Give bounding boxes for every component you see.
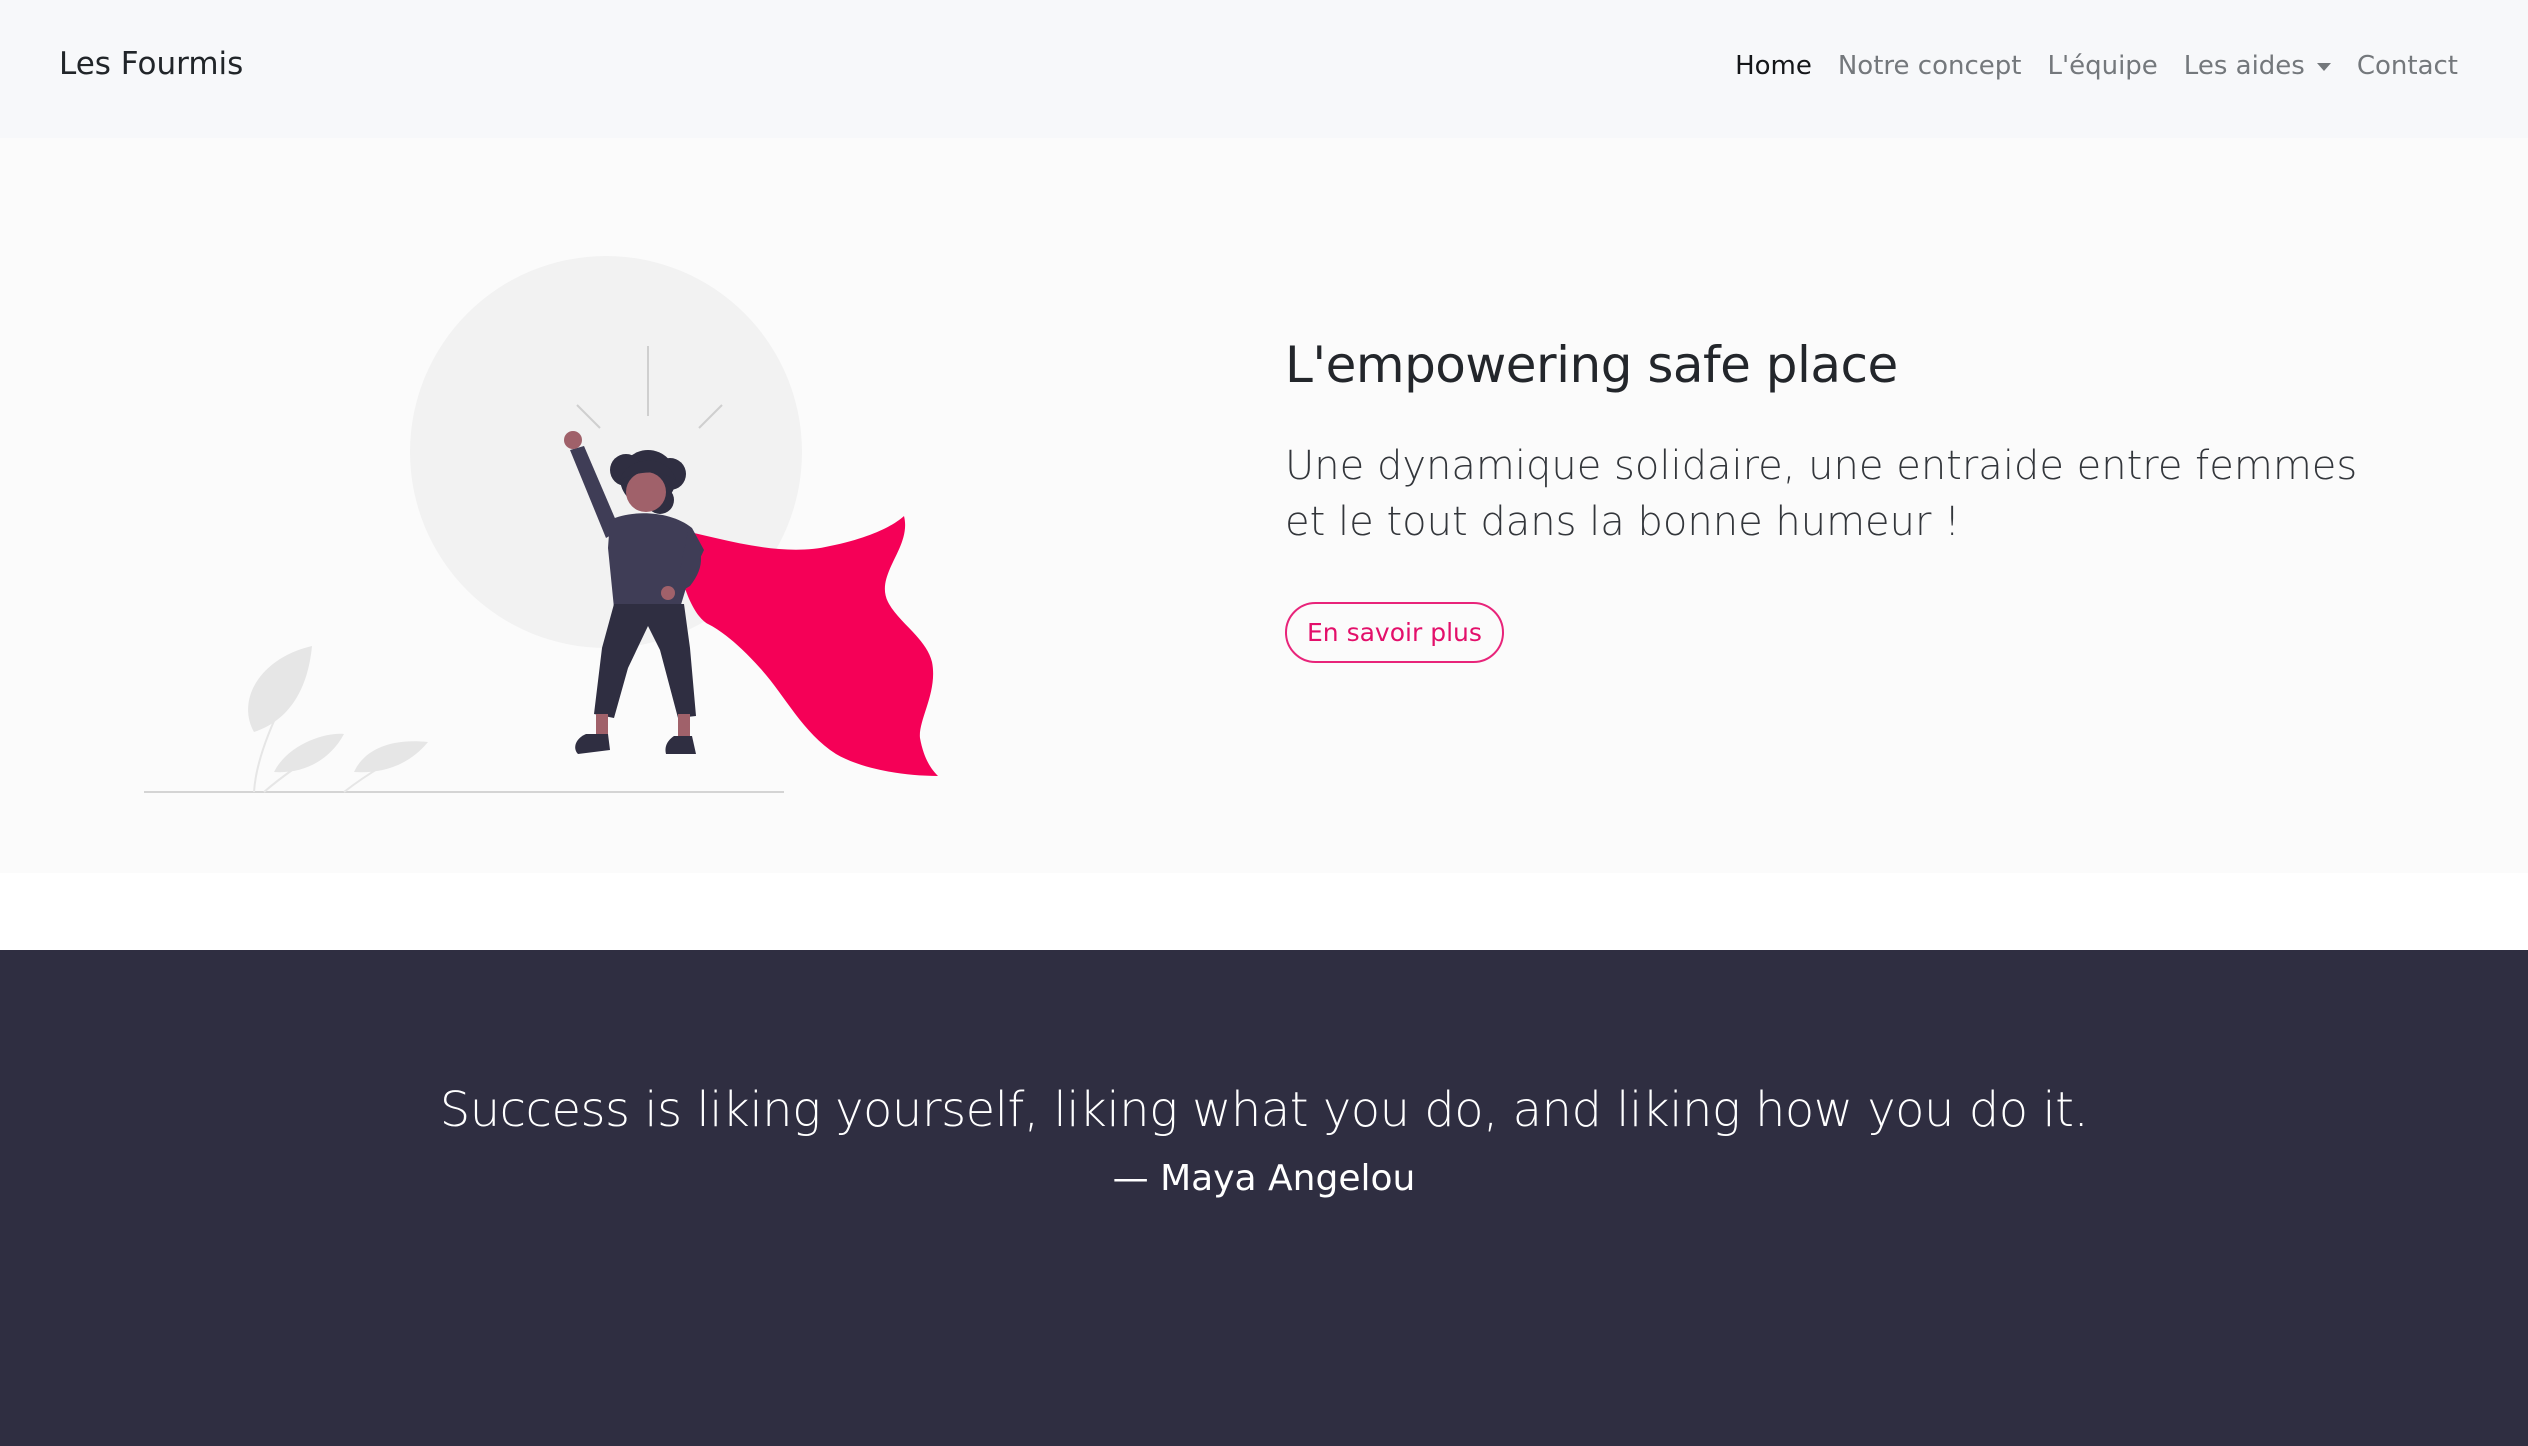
nav-home-link[interactable]: Home xyxy=(1735,46,1812,86)
right-shoe xyxy=(665,736,696,754)
quote-section: Success is liking yourself, liking what … xyxy=(0,950,2528,1446)
nav-menu: Home Notre concept L'équipe Les aides Co… xyxy=(1735,46,2458,86)
superhero-illustration xyxy=(144,256,938,793)
left-shoe xyxy=(575,734,610,754)
nav-contact-link[interactable]: Contact xyxy=(2357,46,2458,86)
hero-title: L'empowering safe place xyxy=(1285,336,1898,394)
red-cape xyxy=(672,516,938,776)
learn-more-button[interactable]: En savoir plus xyxy=(1285,602,1504,663)
caret-down-icon xyxy=(2316,63,2331,71)
quote-text: Success is liking yourself, liking what … xyxy=(439,1082,2089,1138)
hero-section: L'empowering safe place Une dynamique so… xyxy=(0,138,2528,873)
hero-content: L'empowering safe place Une dynamique so… xyxy=(1285,336,2385,663)
quote-author: — Maya Angelou xyxy=(1112,1158,1416,1199)
nav-aids-dropdown[interactable]: Les aides xyxy=(2184,46,2331,86)
navbar: Les Fourmis Home Notre concept L'équipe … xyxy=(0,0,2528,138)
fist xyxy=(564,431,582,449)
nav-concept-link[interactable]: Notre concept xyxy=(1838,46,2022,86)
leaves-decoration xyxy=(248,646,428,773)
nav-team-link[interactable]: L'équipe xyxy=(2047,46,2157,86)
brand-link[interactable]: Les Fourmis xyxy=(59,46,243,82)
nav-aids-label: Les aides xyxy=(2183,51,2305,81)
face xyxy=(626,472,666,512)
hero-lead: Une dynamique solidaire, une entraide en… xyxy=(1285,443,2358,545)
